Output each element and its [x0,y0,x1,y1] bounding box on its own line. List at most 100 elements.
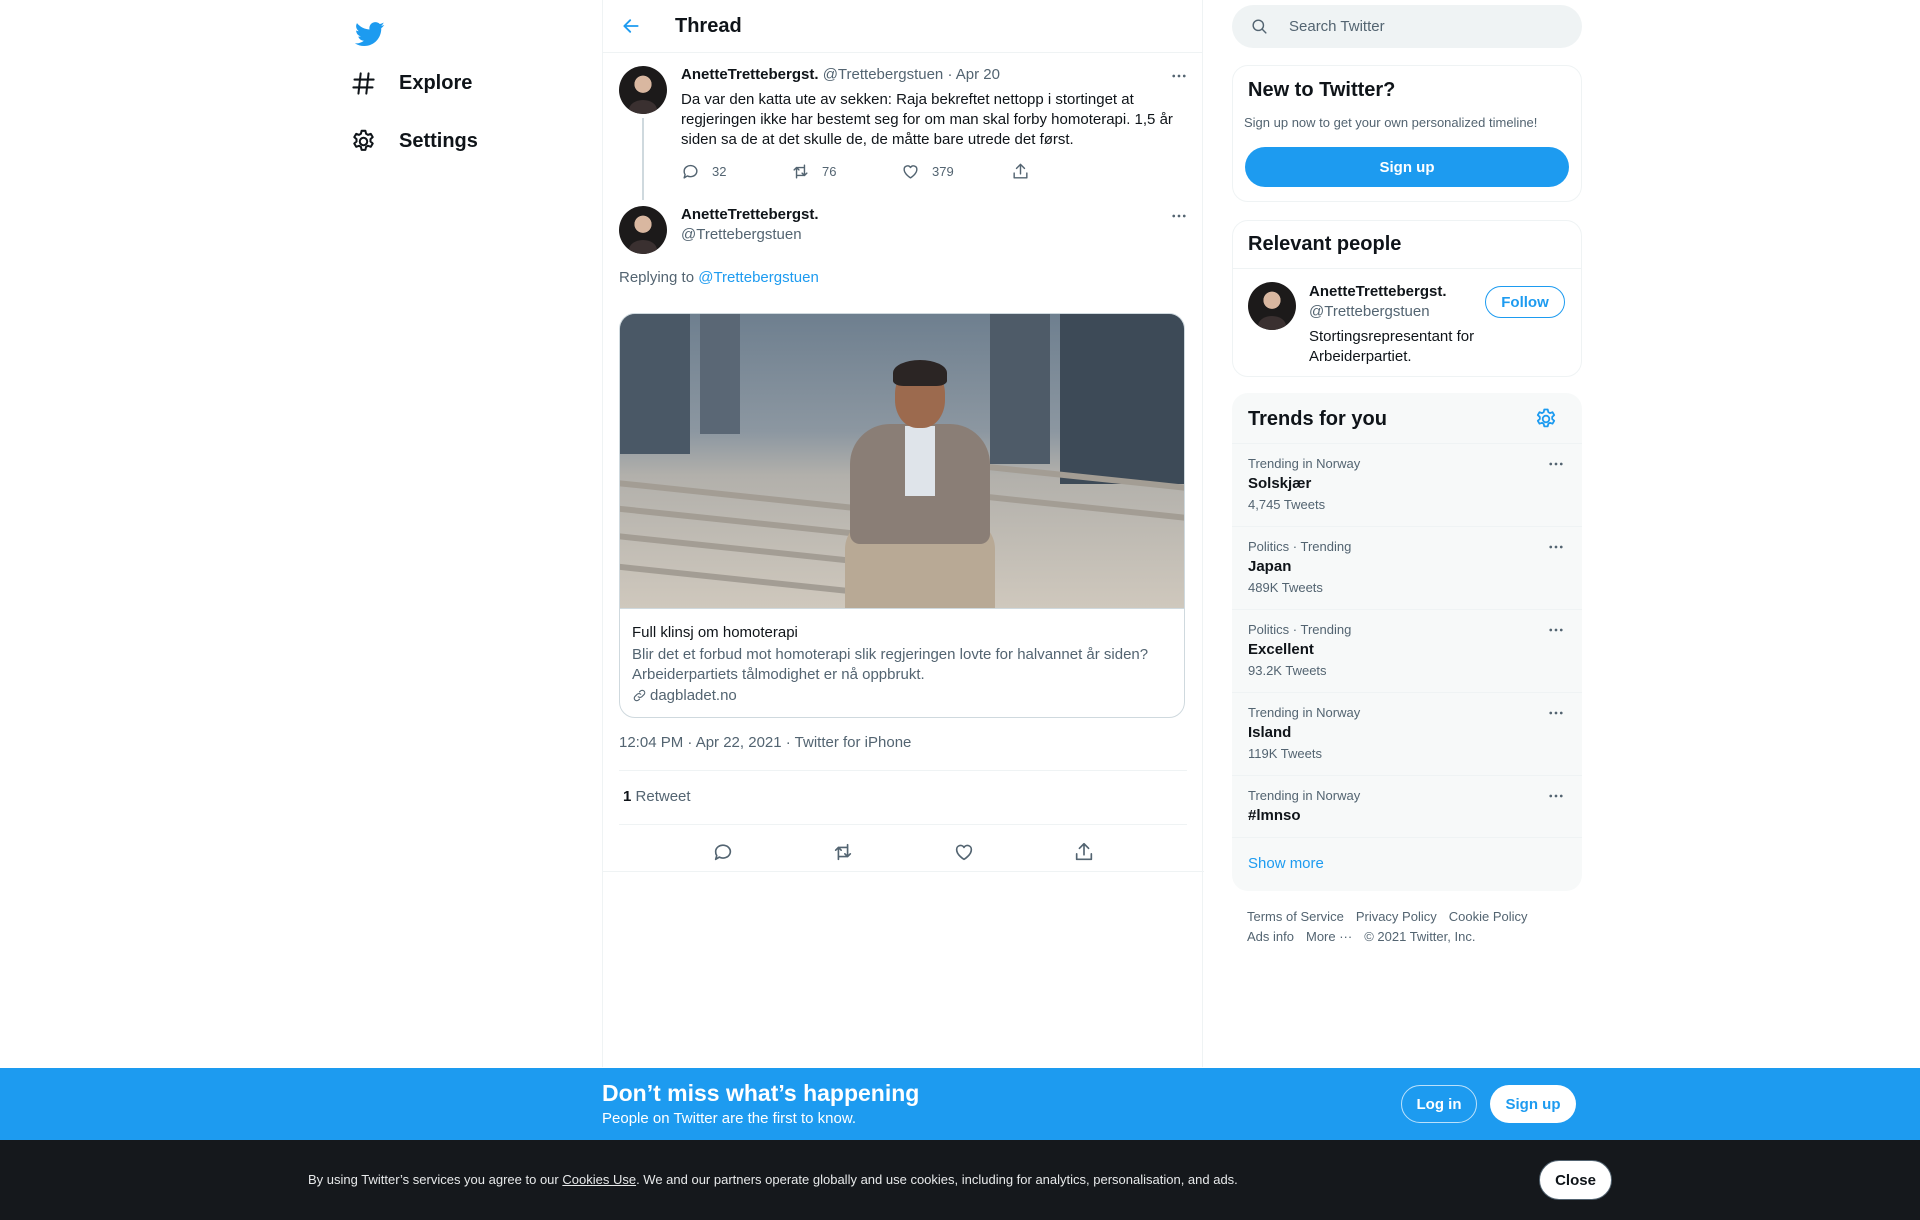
trend-item[interactable]: Trending in Norway #lmnso [1232,775,1582,838]
trend-name: Japan [1248,558,1292,575]
heart-icon [955,844,972,861]
footer-link-privacy[interactable]: Privacy Policy [1356,909,1437,924]
nav-settings[interactable]: Settings [350,116,478,166]
replying-prefix: Replying to [619,269,695,286]
author-name[interactable]: AnetteTrettebergst. [681,206,819,223]
page-title: Thread [675,15,742,37]
new-to-twitter-title: New to Twitter? [1248,79,1396,101]
divider [619,770,1187,771]
trend-item[interactable]: Politics · Trending Excellent 93.2K Twee… [1232,609,1582,692]
more-dots-icon [1172,74,1186,78]
show-more-link[interactable]: Show more [1248,855,1324,872]
more-options-button[interactable] [1169,206,1189,226]
search-bar[interactable] [1232,5,1582,48]
trend-context: Trending in Norway [1248,456,1361,471]
cookies-use-link[interactable]: Cookies Use [562,1172,636,1187]
footer-link-terms[interactable]: Terms of Service [1247,909,1344,924]
author-handle[interactable]: @Trettebergstuen [823,66,944,83]
reply-button[interactable]: 32 [681,162,791,181]
cookie-text-prefix: By using Twitter’s services you agree to… [308,1172,559,1187]
close-button[interactable]: Close [1539,1160,1612,1200]
retweet-button[interactable]: 76 [791,162,901,181]
avatar[interactable] [619,66,667,114]
retweet-stat-label: Retweet [635,788,691,805]
share-icon [1013,163,1028,179]
avatar[interactable] [619,206,667,254]
trend-context: Politics · Trending [1248,622,1352,637]
tweet-date[interactable]: Apr 20 [956,66,1000,83]
trend-item[interactable]: Trending in Norway Solskjær 4,745 Tweets [1232,443,1582,526]
trend-item[interactable]: Politics · Trending Japan 489K Tweets [1232,526,1582,609]
reply-button[interactable] [703,832,743,872]
footer-link-ads[interactable]: Ads info [1247,929,1294,944]
more-dots-icon [1549,711,1563,715]
author-handle[interactable]: @Trettebergstuen [681,226,802,243]
author-name[interactable]: AnetteTrettebergst. [681,66,819,83]
separator-dot: · [947,66,953,83]
thread-header: Thread [603,0,1202,53]
gear-icon[interactable] [1534,407,1558,431]
link-icon [633,689,646,702]
retweet-stats[interactable]: 1 Retweet [623,788,691,805]
more-options-button[interactable] [1169,66,1189,86]
tweet-timestamp[interactable]: 12:04 PM · Apr 22, 2021 · Twitter for iP… [619,734,911,751]
tweet-header: AnetteTrettebergst. @Trettebergstuen · A… [681,66,1000,83]
link-card[interactable]: Full klinsj om homoterapi Blir det et fo… [619,313,1185,718]
nav-explore-label: Explore [399,71,473,94]
nav-explore[interactable]: Explore [350,58,472,108]
footer-copyright: © 2021 Twitter, Inc. [1364,929,1476,944]
login-button[interactable]: Log in [1401,1085,1477,1123]
follow-button[interactable]: Follow [1485,286,1565,318]
replying-to-link[interactable]: @Trettebergstuen [698,269,819,286]
search-input[interactable] [1289,18,1549,35]
trends-title: Trends for you [1248,408,1387,430]
reply-icon [714,844,732,861]
trend-more-button[interactable] [1546,454,1566,474]
search-icon [1252,19,1267,34]
person-name[interactable]: AnetteTrettebergst. [1309,283,1447,300]
retweet-button[interactable] [823,832,863,872]
divider [603,871,1204,872]
more-dots-icon [1549,545,1563,549]
nav-settings-label: Settings [399,129,478,152]
main-column: Thread AnetteTrettebergst. @Trettebergst… [602,0,1204,1067]
share-button[interactable] [1064,832,1104,872]
trend-item[interactable]: Trending in Norway Island 119K Tweets [1232,692,1582,775]
trend-name: Excellent [1248,641,1314,658]
like-button[interactable]: 379 [901,162,1011,181]
card-description: Blir det et forbud mot homoterapi slik r… [632,646,1149,683]
thread-connector-line [642,118,644,200]
card-body: Full klinsj om homoterapi Blir det et fo… [620,609,1184,717]
trend-more-button[interactable] [1546,620,1566,640]
footer-link-more[interactable]: More ··· [1306,929,1352,944]
divider [619,824,1187,825]
banner-subtitle: People on Twitter are the first to know. [602,1110,857,1127]
cookie-text: By using Twitter’s services you agree to… [308,1172,1238,1187]
trend-name: Solskjær [1248,475,1312,492]
twitter-bird-icon[interactable] [346,10,394,58]
signup-button[interactable]: Sign up [1245,147,1569,187]
trend-count: 119K Tweets [1248,746,1322,761]
trend-name: Island [1248,724,1292,741]
card-domain: dagbladet.no [632,687,1172,704]
banner-signup-button[interactable]: Sign up [1490,1085,1576,1123]
trend-count: 4,745 Tweets [1248,497,1326,512]
trend-more-button[interactable] [1546,537,1566,557]
new-to-twitter-subtitle: Sign up now to get your own personalized… [1244,115,1538,130]
trends-box: Trends for you Trending in Norway Solskj… [1232,393,1582,891]
replying-to: Replying to @Trettebergstuen [619,269,819,286]
trend-more-button[interactable] [1546,786,1566,806]
heart-icon [903,165,918,179]
tweet-actions: 32 76 379 [681,162,1121,181]
more-dots-icon [1549,794,1563,798]
person-handle[interactable]: @Trettebergstuen [1309,303,1430,320]
like-button[interactable] [944,832,984,872]
cookie-notice: By using Twitter’s services you agree to… [0,1140,1920,1220]
arrow-left-icon [623,19,639,33]
share-button[interactable] [1011,162,1121,181]
trend-more-button[interactable] [1546,703,1566,723]
footer-link-cookie[interactable]: Cookie Policy [1449,909,1528,924]
back-button[interactable] [613,8,649,44]
avatar[interactable] [1248,282,1296,330]
cookie-text-suffix: . We and our partners operate globally a… [636,1172,1238,1187]
